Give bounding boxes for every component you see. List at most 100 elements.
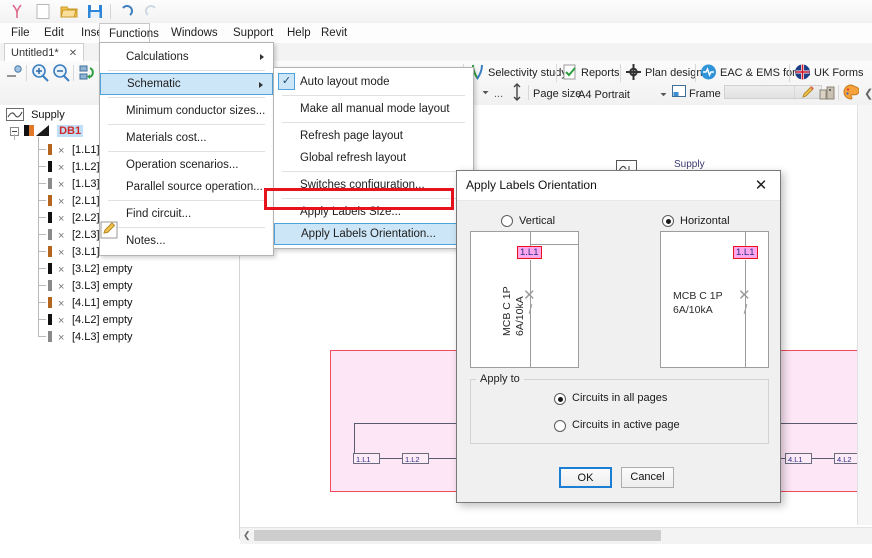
breaker-icon xyxy=(24,124,50,142)
radio-circuits-active-page[interactable] xyxy=(554,420,566,432)
menu-item-minimum-conductor-sizes[interactable]: Minimum conductor sizes... xyxy=(100,100,273,122)
ribbon-overflow-icon[interactable]: ❮ xyxy=(864,84,872,104)
preview-v-droplead xyxy=(530,232,531,246)
palette-icon[interactable] xyxy=(843,84,860,104)
tree-branch-line xyxy=(38,285,46,286)
circuit-disabled-icon[interactable]: × xyxy=(58,211,64,227)
tree-node-supply[interactable]: Supply xyxy=(6,107,65,123)
radio-vertical[interactable] xyxy=(501,215,513,227)
canvas-circuit-label-1l2[interactable]: 1.L2 xyxy=(402,453,429,464)
zoom-out-icon[interactable] xyxy=(51,63,71,83)
menu-item-auto-layout-mode[interactable]: ✓ Auto layout mode xyxy=(274,71,473,93)
menu-functions[interactable]: Functions xyxy=(99,23,159,44)
menu-item-operation-scenarios-label: Operation scenarios... xyxy=(126,159,239,171)
refresh-tree-icon[interactable] xyxy=(77,63,97,83)
menu-item-make-all-manual-mode-layout[interactable]: Make all manual mode layout xyxy=(274,98,473,120)
canvas-vertical-scrollbar[interactable] xyxy=(857,105,872,525)
menu-item-schematic-label: Schematic xyxy=(127,78,181,90)
radio-circuits-all-pages[interactable] xyxy=(554,393,566,405)
tree-circuit-label: [3.L3] empty xyxy=(72,280,133,292)
menu-item-parallel-source-operation[interactable]: Parallel source operation... xyxy=(100,176,273,198)
undo-icon[interactable] xyxy=(117,3,135,20)
zoom-in-icon[interactable] xyxy=(30,63,50,83)
ribbon-dropdown-arrow[interactable] xyxy=(481,84,490,104)
circuit-disabled-icon[interactable]: × xyxy=(58,194,64,210)
circuit-disabled-icon[interactable]: × xyxy=(58,160,64,176)
app-logo-icon[interactable] xyxy=(8,3,26,20)
menu-item-apply-labels-orientation[interactable]: Apply Labels Orientation... xyxy=(274,223,473,245)
circuit-disabled-icon[interactable]: × xyxy=(58,279,64,295)
ribbon-button-reports[interactable]: Reports xyxy=(581,63,620,83)
tree-circuit-label: [2.L2] xyxy=(72,212,100,224)
menu-divider-3 xyxy=(108,124,265,125)
ribbon-ellipsis[interactable]: ... xyxy=(494,84,503,104)
fit-view-icon[interactable] xyxy=(5,64,23,84)
menu-item-schematic[interactable]: Schematic xyxy=(100,73,273,95)
pencil-icon[interactable] xyxy=(801,84,817,104)
preview-h-switch-icon: ✕ xyxy=(738,287,751,304)
chevron-down-icon[interactable] xyxy=(659,86,668,106)
circuit-disabled-icon[interactable]: × xyxy=(58,245,64,261)
ribbon-button-plan-design[interactable]: Plan design xyxy=(645,63,703,83)
horizontal-scroll-thumb[interactable] xyxy=(254,530,661,541)
menu-item-global-refresh-layout[interactable]: Global refresh layout xyxy=(274,147,473,169)
ribbon-divider-6 xyxy=(695,64,696,82)
open-folder-icon[interactable] xyxy=(60,3,78,20)
menu-item-calculations[interactable]: Calculations xyxy=(100,46,273,68)
circuit-disabled-icon[interactable]: × xyxy=(58,296,64,312)
menu-item-find-circuit[interactable]: Find circuit... xyxy=(100,203,273,225)
menu-item-operation-scenarios[interactable]: Operation scenarios... xyxy=(100,154,273,176)
menu-item-materials-cost[interactable]: Materials cost... xyxy=(100,127,273,149)
scroll-left-icon[interactable]: ❮ xyxy=(243,530,251,541)
tree-circuit-label: [2.L1] xyxy=(72,195,100,207)
submenu-divider-2 xyxy=(282,122,465,123)
circuit-disabled-icon[interactable]: × xyxy=(58,177,64,193)
phase-color-swatch xyxy=(48,280,52,291)
circuit-disabled-icon[interactable]: × xyxy=(58,330,64,346)
reports-icon[interactable] xyxy=(562,63,578,83)
dialog-title-bar: Apply Labels Orientation ✕ xyxy=(457,171,780,201)
circuit-disabled-icon[interactable]: × xyxy=(58,313,64,329)
ok-button[interactable]: OK xyxy=(559,467,612,488)
ribbon-button-uk-forms[interactable]: UK Forms xyxy=(814,63,864,83)
menu-revit[interactable]: Revit xyxy=(312,23,368,43)
application-window: File Edit Insert Functions Windows Suppo… xyxy=(0,0,872,558)
frame-label[interactable]: Frame xyxy=(689,84,721,104)
menu-bar: File Edit Insert Functions Windows Suppo… xyxy=(0,23,872,44)
uk-flag-icon[interactable] xyxy=(794,63,811,83)
tree-node-supply-label: Supply xyxy=(31,109,65,121)
tree-node-db1[interactable]: DB1 xyxy=(24,123,84,142)
ribbon-divider-8 xyxy=(528,85,529,100)
radio-horizontal[interactable] xyxy=(662,215,674,227)
close-icon[interactable]: ✕ xyxy=(69,48,77,59)
canvas-circuit-label-1l1[interactable]: 1.L1 xyxy=(353,453,380,464)
ribbon-divider-9 xyxy=(794,85,795,100)
circuit-disabled-icon[interactable]: × xyxy=(58,228,64,244)
dialog-close-icon[interactable]: ✕ xyxy=(742,171,780,200)
redo-icon[interactable] xyxy=(143,3,161,20)
canvas-supply-label: Supply xyxy=(674,159,705,170)
circuit-disabled-icon[interactable]: × xyxy=(58,262,64,278)
apply-labels-orientation-dialog[interactable]: Apply Labels Orientation ✕ Vertical Hori… xyxy=(456,170,781,503)
canvas-circuit-label-4l1[interactable]: 4.L1 xyxy=(785,453,812,464)
phase-color-swatch xyxy=(48,229,52,240)
vertical-spacing-icon[interactable] xyxy=(511,83,523,103)
new-file-icon[interactable] xyxy=(34,3,52,20)
circuit-disabled-icon[interactable]: × xyxy=(58,143,64,159)
frame-icon[interactable] xyxy=(672,85,686,105)
preview-v-conductor xyxy=(530,260,531,367)
plan-design-icon[interactable] xyxy=(625,63,642,83)
menu-item-make-all-manual-mode-layout-label: Make all manual mode layout xyxy=(300,103,450,115)
save-icon[interactable] xyxy=(86,3,104,20)
notes-icon[interactable] xyxy=(100,221,119,239)
document-tab-untitled1[interactable]: Untitled1* ✕ xyxy=(4,43,85,61)
page-size-value[interactable]: A4 Portrait xyxy=(578,85,630,105)
functions-dropdown-menu[interactable]: Calculations Schematic Minimum conductor… xyxy=(99,42,274,256)
menu-item-notes[interactable]: Notes... xyxy=(100,230,273,252)
cancel-button[interactable]: Cancel xyxy=(621,467,674,488)
ribbon-divider-4 xyxy=(556,64,557,82)
menu-item-refresh-page-layout[interactable]: Refresh page layout xyxy=(274,125,473,147)
eac-ems-icon[interactable] xyxy=(700,63,717,83)
building-icon[interactable] xyxy=(819,84,835,104)
schematic-submenu[interactable]: ✓ Auto layout mode Make all manual mode … xyxy=(273,67,474,249)
